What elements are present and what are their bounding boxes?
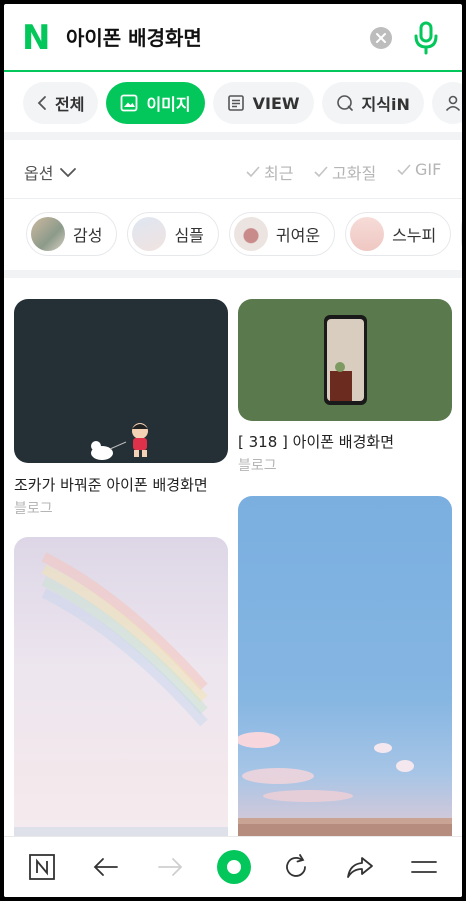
check-icon bbox=[246, 166, 260, 178]
filter-recent-label: 최근 bbox=[264, 164, 294, 183]
tab-all-label: 전체 bbox=[55, 95, 85, 114]
chevron-left-icon bbox=[37, 96, 46, 110]
clear-search-button[interactable] bbox=[370, 27, 392, 49]
keyword-chips: 감성 심플 귀여운 스누피 bbox=[26, 212, 462, 256]
divider bbox=[4, 198, 462, 199]
person-icon bbox=[445, 95, 460, 112]
forward-arrow-icon bbox=[158, 858, 183, 876]
result-image-rainbow-sky[interactable] bbox=[14, 537, 228, 867]
naver-home-button[interactable] bbox=[26, 851, 58, 883]
result-source: 블로그 bbox=[238, 458, 277, 474]
filter-gif[interactable]: GIF bbox=[397, 160, 441, 179]
image-icon bbox=[121, 94, 138, 112]
share-button[interactable] bbox=[344, 851, 376, 883]
filter-recent[interactable]: 최근 bbox=[246, 160, 293, 184]
browser-toolbar bbox=[4, 836, 462, 897]
question-bubble-icon bbox=[336, 95, 353, 111]
naver-home-icon bbox=[29, 854, 55, 880]
chip-more[interactable] bbox=[461, 212, 462, 256]
chip-emotional[interactable]: 감성 bbox=[26, 212, 118, 256]
tab-people[interactable] bbox=[431, 82, 462, 124]
search-tabs: 전체 이미지 VIEW 지식iN bbox=[4, 74, 462, 132]
chip-thumbnail bbox=[233, 217, 268, 251]
close-icon bbox=[376, 33, 386, 43]
filter-hq[interactable]: 고화질 bbox=[314, 160, 376, 184]
voice-search-button[interactable] bbox=[412, 20, 440, 56]
browser-frame: N 아이폰 배경화면 전체 이미지 VIEW 지식iN 옵션 최근 고화질 GI… bbox=[4, 4, 462, 897]
document-icon bbox=[227, 95, 244, 111]
tab-image-label: 이미지 bbox=[146, 95, 191, 114]
chip-simple[interactable]: 심플 bbox=[127, 212, 219, 256]
tab-view[interactable]: VIEW bbox=[212, 82, 314, 124]
menu-button[interactable] bbox=[408, 851, 440, 883]
phone-mockup-image bbox=[324, 315, 367, 405]
chip-cute[interactable]: 귀여운 bbox=[228, 212, 336, 256]
tab-view-label: VIEW bbox=[252, 93, 300, 113]
result-caption[interactable]: 조카가 바꿔준 아이폰 배경화면 bbox=[14, 474, 208, 495]
share-icon bbox=[347, 857, 373, 878]
check-icon bbox=[314, 166, 328, 178]
sky-cityscape-image bbox=[238, 732, 452, 866]
tab-kin[interactable]: 지식iN bbox=[321, 82, 424, 124]
result-image-blue-sky[interactable] bbox=[238, 496, 452, 866]
chip-label: 심플 bbox=[174, 226, 204, 245]
tab-kin-label: 지식iN bbox=[361, 95, 410, 114]
chip-snoopy[interactable]: 스누피 bbox=[345, 212, 452, 256]
refresh-button[interactable] bbox=[280, 851, 312, 883]
chip-thumbnail bbox=[31, 217, 65, 251]
options-label: 옵션 bbox=[24, 164, 54, 183]
search-bar: N 아이폰 배경화면 bbox=[4, 4, 462, 72]
tab-image[interactable]: 이미지 bbox=[106, 82, 205, 124]
cartoon-walking-dog-image bbox=[91, 423, 148, 460]
menu-icon bbox=[411, 861, 437, 873]
refresh-icon bbox=[286, 854, 306, 877]
tab-all[interactable]: 전체 bbox=[23, 82, 99, 124]
microphone-icon bbox=[414, 21, 438, 55]
result-image-dark[interactable] bbox=[14, 299, 228, 463]
chip-thumbnail bbox=[132, 217, 167, 251]
filter-gif-label: GIF bbox=[415, 160, 442, 179]
forward-button[interactable] bbox=[154, 851, 186, 883]
rainbow-image bbox=[14, 552, 228, 867]
check-icon bbox=[397, 163, 411, 175]
chip-label: 귀여운 bbox=[275, 226, 321, 245]
green-dot-icon bbox=[217, 850, 251, 884]
filter-hq-label: 고화질 bbox=[332, 164, 377, 183]
chip-label: 스누피 bbox=[392, 226, 437, 245]
back-button[interactable] bbox=[90, 851, 122, 883]
chip-thumbnail bbox=[350, 217, 385, 251]
options-row: 옵션 최근 고화질 GIF bbox=[4, 140, 462, 198]
search-input[interactable]: 아이폰 배경화면 bbox=[66, 24, 202, 52]
naver-logo[interactable]: N bbox=[22, 21, 52, 55]
section-separator bbox=[4, 132, 462, 140]
options-toggle[interactable]: 옵션 bbox=[24, 160, 77, 184]
chip-label: 감성 bbox=[73, 226, 103, 245]
result-caption[interactable]: [ 318 ] 아이폰 배경화면 bbox=[238, 431, 394, 452]
result-image-green[interactable] bbox=[238, 299, 452, 421]
result-source: 블로그 bbox=[14, 501, 53, 517]
chevron-down-icon bbox=[60, 168, 77, 178]
green-dot-button[interactable] bbox=[216, 849, 252, 885]
back-arrow-icon bbox=[93, 858, 118, 876]
section-separator bbox=[4, 270, 462, 278]
